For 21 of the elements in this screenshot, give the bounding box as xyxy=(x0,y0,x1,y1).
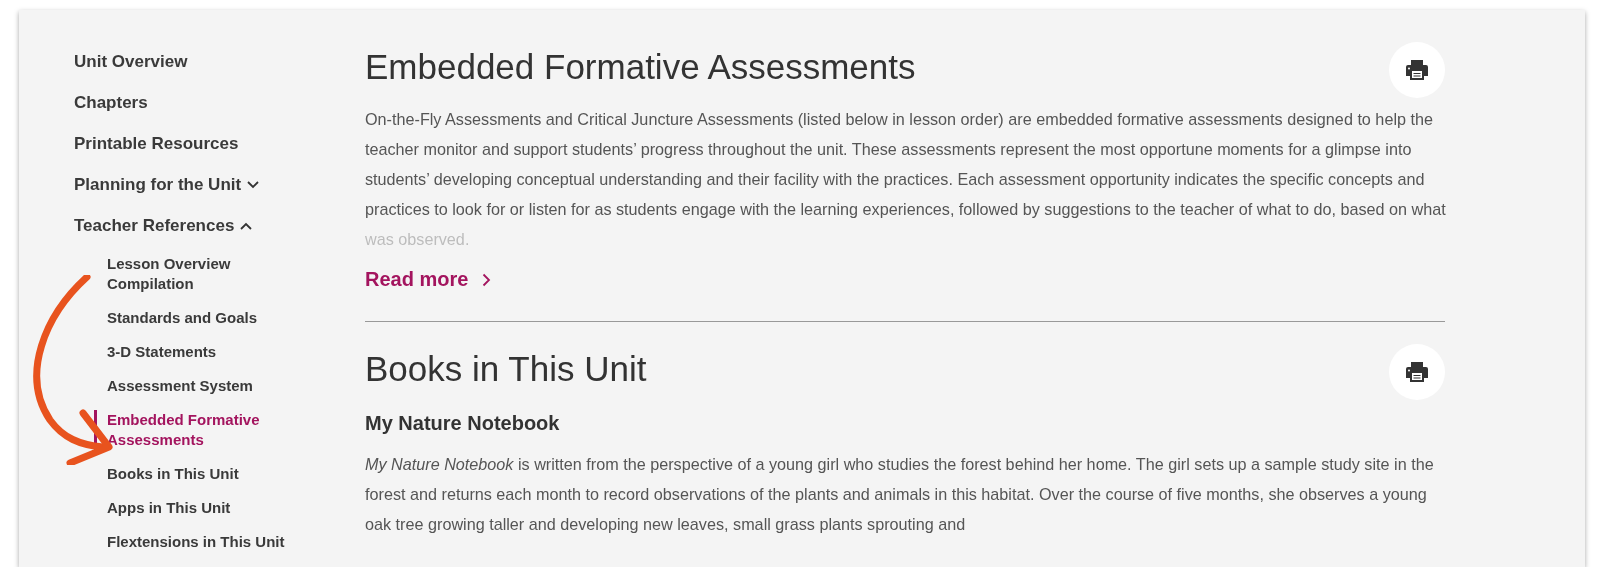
book-description: My Nature Notebook is written from the perspective of a young girl who studies the forest behind her home. The girl sets up a sample study site in the forest and returns each month to record observations of the plants and animals in this habitat. Over the course of five months, she observes a young oak tree growing taller and developing new leaves, small grass plants sprouting and xyxy=(365,454,1435,535)
nav-sublink[interactable]: Books in This Unit xyxy=(94,464,297,484)
nav-sublink[interactable]: Standards and Goals xyxy=(94,308,297,328)
nav-sublink[interactable]: Lesson Overview Compilation xyxy=(94,254,297,294)
nav-sublink[interactable]: 3-D Statements xyxy=(94,342,297,362)
nav-link[interactable]: Chapters xyxy=(74,93,148,113)
nav-link[interactable]: Printable Resources xyxy=(74,134,239,154)
nav-link[interactable]: Planning for the Unit xyxy=(74,175,260,195)
nav-link[interactable]: Unit Overview xyxy=(74,52,188,72)
nav-sublink[interactable]: Flextensions in This Unit xyxy=(94,532,297,552)
book-title: My Nature Notebook xyxy=(365,412,561,435)
nav-sublink[interactable]: Embedded Formative Assessments xyxy=(94,410,297,450)
printer-icon xyxy=(1405,361,1429,383)
nav-sublink[interactable]: Assessment System xyxy=(94,376,297,396)
section-heading: Books in This Unit xyxy=(365,348,647,390)
printer-icon xyxy=(1405,59,1429,81)
read-more-link[interactable]: Read more xyxy=(365,268,492,291)
nav-sublink[interactable]: Apps in This Unit xyxy=(94,498,297,518)
section-heading: Embedded Formative Assessments xyxy=(365,46,916,88)
chevron-right-icon xyxy=(482,272,492,287)
nav-link[interactable]: Teacher References xyxy=(74,216,253,236)
